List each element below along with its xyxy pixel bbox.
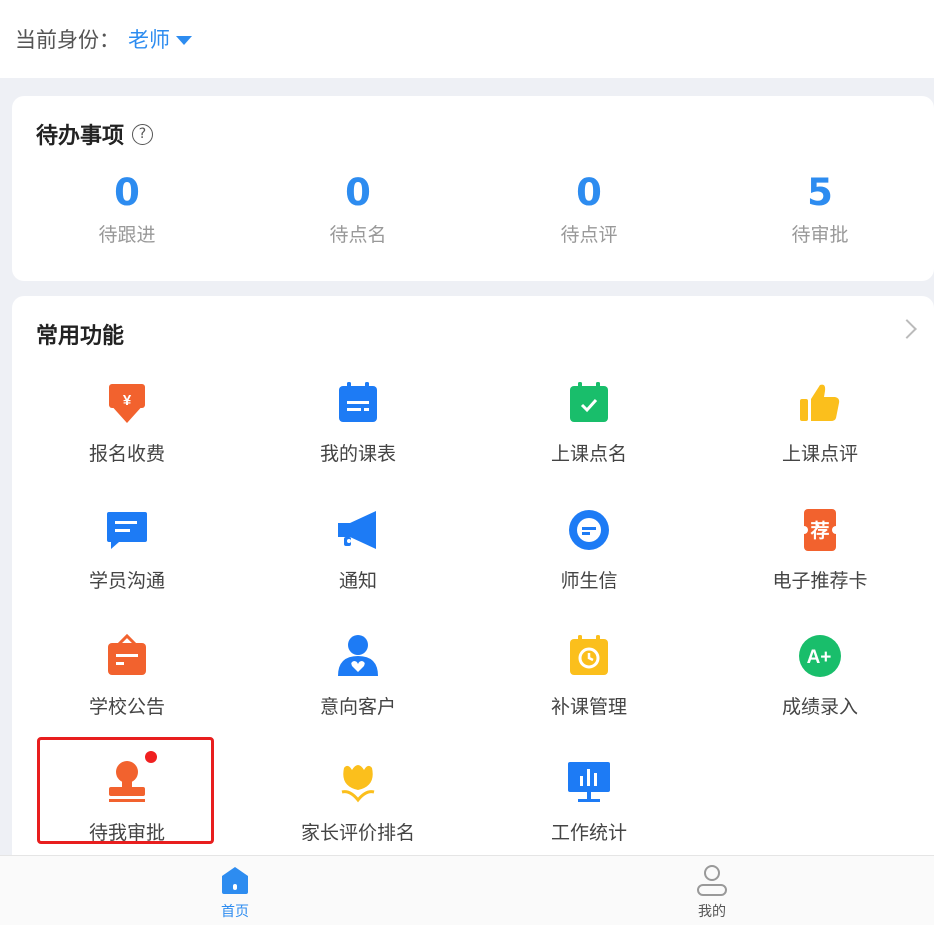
chat-icon	[107, 512, 147, 549]
func-label: 报名收费	[88, 443, 165, 465]
func-item-pending-approval[interactable]: 待我审批	[37, 760, 217, 860]
func-label: 通知	[338, 570, 377, 592]
func-item-recommend-card[interactable]: 荐 电子推荐卡	[730, 508, 910, 608]
help-icon[interactable]: ?	[132, 123, 154, 145]
func-label: 补课管理	[550, 696, 627, 718]
func-label: 意向客户	[319, 696, 396, 718]
chevron-right-icon[interactable]	[897, 319, 917, 339]
stat-follow-up[interactable]: 0 待跟进	[57, 170, 197, 247]
stat-label: 待审批	[791, 224, 849, 246]
func-item-school-announcement[interactable]: 学校公告	[37, 634, 217, 734]
func-label: 师生信	[560, 570, 618, 592]
func-item-payment[interactable]: ¥ 报名收费	[37, 381, 217, 481]
tab-label: 我的	[698, 904, 726, 920]
flower-icon	[341, 765, 375, 803]
identity-selector[interactable]: 老师	[128, 24, 192, 54]
func-label: 学校公告	[88, 696, 165, 718]
functions-title: 常用功能	[36, 324, 125, 349]
func-label: 上课点评	[781, 443, 858, 465]
stat-review[interactable]: 0 待点评	[519, 170, 659, 247]
func-label: 学员沟通	[88, 570, 165, 592]
user-icon	[697, 865, 727, 896]
stat-approval[interactable]: 5 待审批	[750, 170, 890, 247]
megaphone-icon	[338, 511, 376, 549]
svg-text:¥: ¥	[123, 392, 132, 409]
func-label: 家长评价排名	[300, 822, 415, 844]
home-icon	[222, 867, 248, 894]
func-item-grades[interactable]: A+ 成绩录入	[730, 634, 910, 734]
identity-label: 当前身份：	[15, 28, 120, 52]
identity-value[interactable]: 老师	[128, 24, 170, 54]
func-label: 成绩录入	[781, 696, 858, 718]
func-item-attendance[interactable]: 上课点名	[499, 381, 679, 481]
stat-value: 0	[114, 171, 140, 214]
stamp-icon	[109, 761, 145, 802]
stat-value: 0	[576, 171, 602, 214]
func-item-parent-rating[interactable]: 家长评价排名	[268, 760, 448, 860]
announcement-icon	[108, 634, 146, 675]
func-label: 电子推荐卡	[772, 570, 868, 592]
message-icon	[569, 510, 609, 550]
stat-roll-call[interactable]: 0 待点名	[288, 170, 428, 247]
customer-icon	[338, 635, 378, 676]
todo-title: 待办事项 ?	[36, 118, 154, 150]
payment-icon: ¥	[109, 384, 145, 423]
func-item-work-stats[interactable]: 工作统计	[499, 760, 679, 860]
stat-value: 5	[807, 171, 833, 214]
func-label: 上课点名	[550, 443, 627, 465]
func-item-notice[interactable]: 通知	[268, 508, 448, 608]
func-label: 我的课表	[319, 443, 396, 465]
tab-home[interactable]: 首页	[175, 856, 295, 925]
grade-icon: A+	[799, 635, 841, 677]
func-item-student-chat[interactable]: 学员沟通	[37, 508, 217, 608]
func-label: 工作统计	[550, 822, 627, 844]
tab-mine[interactable]: 我的	[652, 856, 772, 925]
tab-label: 首页	[221, 904, 249, 920]
thumbs-up-icon	[800, 384, 840, 421]
schedule-icon	[339, 382, 377, 422]
makeup-class-icon	[570, 635, 608, 675]
stat-value: 0	[345, 171, 371, 214]
attendance-icon	[570, 382, 608, 422]
func-label: 待我审批	[88, 822, 165, 844]
recommend-card-glyph: 荐	[809, 520, 829, 542]
stat-label: 待点名	[329, 224, 387, 246]
func-item-makeup[interactable]: 补课管理	[499, 634, 679, 734]
func-item-comment[interactable]: 上课点评	[730, 381, 910, 481]
todo-card: 待办事项 ? 0 待跟进 0 待点名 0 待点评 5 待审批	[12, 96, 934, 281]
caret-down-icon[interactable]	[176, 35, 192, 45]
func-item-teacher-letter[interactable]: 师生信	[499, 508, 679, 608]
statistics-icon	[568, 762, 610, 802]
func-item-schedule[interactable]: 我的课表	[268, 381, 448, 481]
recommend-card-icon: 荐	[800, 509, 840, 551]
todo-title-text: 待办事项	[36, 124, 125, 149]
identity-bar: 当前身份： 老师	[0, 0, 934, 78]
bottom-tab-bar: 首页 我的	[0, 855, 934, 925]
func-item-prospect[interactable]: 意向客户	[268, 634, 448, 734]
stat-label: 待跟进	[98, 224, 156, 246]
notification-dot	[145, 751, 157, 763]
grade-glyph: A+	[807, 647, 832, 668]
stat-label: 待点评	[560, 224, 618, 246]
